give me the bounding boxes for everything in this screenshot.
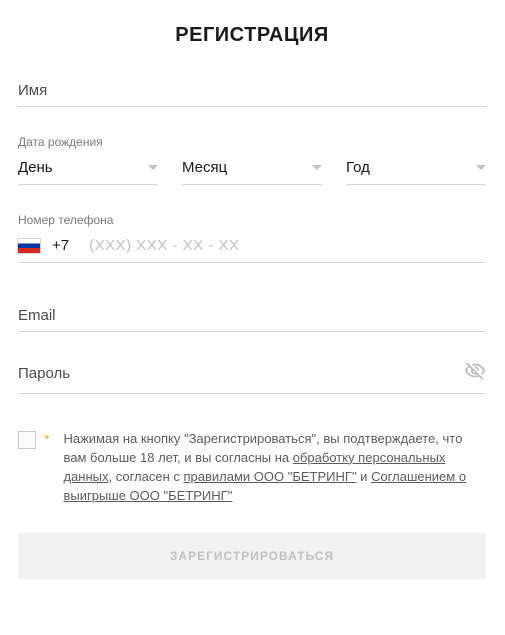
chevron-down-icon <box>476 165 486 170</box>
password-field-row <box>18 360 486 394</box>
chevron-down-icon <box>312 165 322 170</box>
agreement-text-mid2: и <box>357 469 372 484</box>
chevron-down-icon <box>148 165 158 170</box>
country-code: +7 <box>52 237 77 254</box>
dob-row: День Месяц Год <box>18 155 486 185</box>
name-input[interactable] <box>18 82 486 99</box>
phone-row: +7 <box>18 237 486 263</box>
page-title: РЕГИСТРАЦИЯ <box>82 24 422 47</box>
rules-link[interactable]: правилами ООО "БЕТРИНГ" <box>184 469 357 484</box>
agreement-row: * Нажимая на кнопку "Зарегистрироваться"… <box>18 430 486 505</box>
phone-label: Номер телефона <box>18 213 486 227</box>
dob-year-select[interactable]: Год <box>346 155 486 185</box>
dob-section: Дата рождения День Месяц Год <box>18 135 486 185</box>
dob-label: Дата рождения <box>18 135 486 149</box>
dob-day-label: День <box>18 159 53 176</box>
email-field-row <box>18 307 486 332</box>
submit-button[interactable]: ЗАРЕГИСТРИРОВАТЬСЯ <box>18 533 486 579</box>
dob-month-select[interactable]: Месяц <box>182 155 322 185</box>
password-input[interactable] <box>18 365 464 382</box>
phone-input[interactable] <box>89 237 486 254</box>
dob-day-select[interactable]: День <box>18 155 158 185</box>
registration-form: РЕГИСТРАЦИЯ Дата рождения День Месяц Год… <box>18 24 486 579</box>
required-asterisk: * <box>44 431 49 447</box>
agreement-text: Нажимая на кнопку "Зарегистрироваться", … <box>63 430 486 505</box>
russia-flag-icon[interactable] <box>18 239 40 253</box>
toggle-password-visibility-icon[interactable] <box>464 360 486 387</box>
phone-section: Номер телефона +7 <box>18 213 486 263</box>
dob-year-label: Год <box>346 159 370 176</box>
name-field-row <box>18 82 486 107</box>
agreement-text-mid1: , согласен с <box>108 469 183 484</box>
email-input[interactable] <box>18 307 486 324</box>
agreement-checkbox[interactable] <box>18 431 36 449</box>
dob-month-label: Месяц <box>182 159 227 176</box>
